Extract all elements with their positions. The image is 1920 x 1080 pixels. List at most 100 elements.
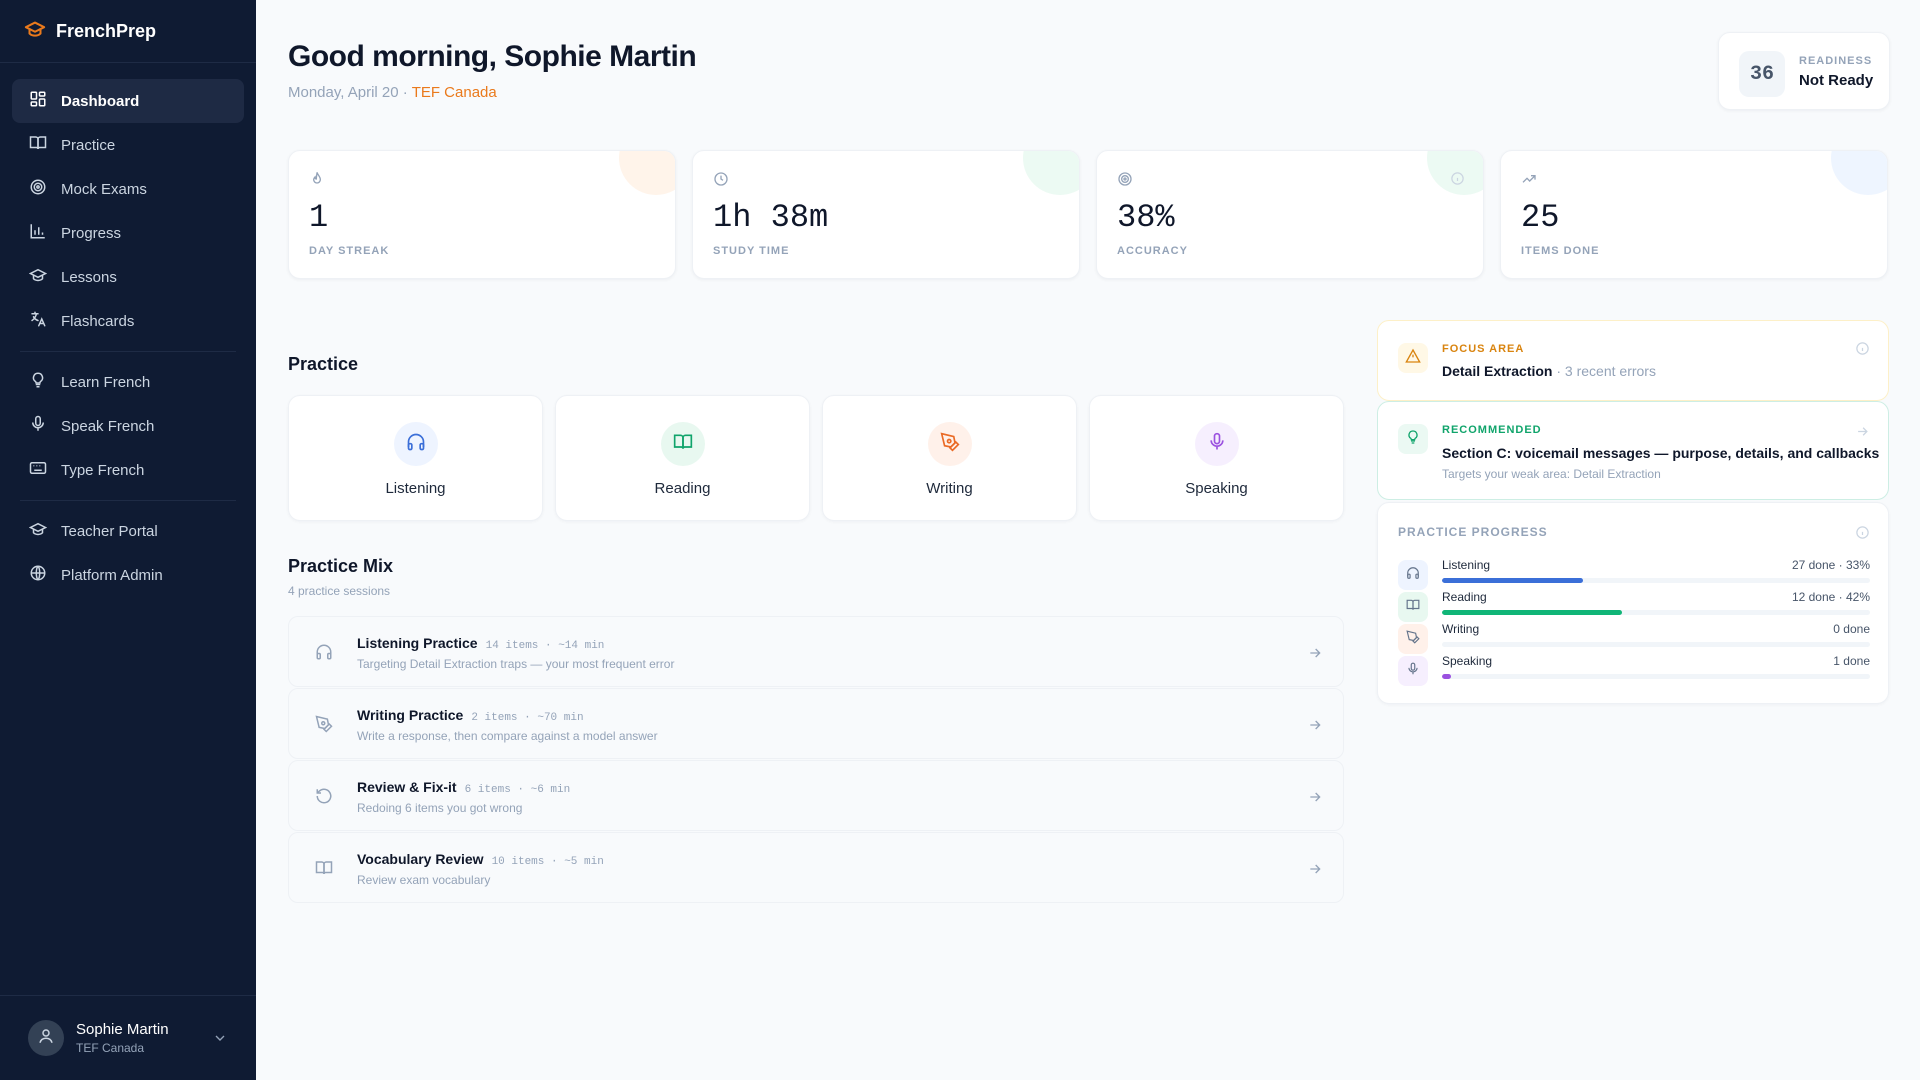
warning-icon-box [1398, 343, 1428, 373]
microphone-icon [1406, 662, 1420, 681]
bar-chart-icon [29, 222, 47, 244]
nav-divider [20, 351, 236, 352]
readiness-status: Not Ready [1799, 72, 1874, 89]
sidebar-item-type-french[interactable]: Type French [12, 448, 244, 492]
sidebar-item-teacher-portal[interactable]: Teacher Portal [12, 509, 244, 553]
progress-track [1442, 578, 1870, 583]
progress-icon-box [1398, 624, 1428, 654]
progress-stat: 12 done · 42% [1791, 590, 1870, 604]
focus-area-card[interactable]: FOCUS AREA Detail Extraction · 3 recent … [1377, 320, 1889, 401]
graduation-cap-icon [24, 18, 46, 45]
stat-label: ITEMS DONE [1521, 245, 1600, 257]
sidebar-item-label: Type French [61, 461, 145, 479]
progress-icon-box [1398, 656, 1428, 686]
practice-speaking-card[interactable]: Speaking [1089, 395, 1344, 521]
sidebar-item-flashcards[interactable]: Flashcards [12, 299, 244, 343]
user-menu[interactable]: Sophie Martin TEF Canada [0, 995, 256, 1080]
progress-icon-box [1398, 592, 1428, 622]
chevron-down-icon[interactable] [212, 1030, 228, 1051]
practice-writing-card[interactable]: Writing [822, 395, 1077, 521]
sidebar-item-progress[interactable]: Progress [12, 211, 244, 255]
session-title: Review & Fix-it [357, 779, 457, 795]
user-icon [37, 1027, 55, 1050]
lightbulb-icon [29, 371, 47, 393]
info-icon[interactable] [1855, 341, 1870, 356]
practice-mix-row[interactable]: Listening Practice 14 items · ~14 min Tar… [288, 616, 1344, 687]
recommended-card[interactable]: RECOMMENDED Section C: voicemail message… [1377, 401, 1889, 500]
brand[interactable]: FrenchPrep [0, 0, 256, 63]
practice-mix-row[interactable]: Writing Practice 2 items · ~70 min Write … [288, 688, 1344, 759]
sidebar-item-label: Flashcards [61, 312, 135, 330]
progress-fill [1442, 610, 1622, 615]
decorative-blob [1831, 151, 1887, 195]
sidebar-item-practice[interactable]: Practice [12, 123, 244, 167]
stat-value: 38% [1117, 199, 1175, 236]
book-open-icon [673, 432, 693, 457]
session-meta: 10 items · ~5 min [491, 856, 604, 868]
sidebar-item-label: Dashboard [61, 92, 140, 110]
sidebar-item-dashboard[interactable]: Dashboard [12, 79, 244, 123]
progress-icon-box [1398, 560, 1428, 590]
sidebar-item-label: Practice [61, 136, 116, 154]
main-content: Good morning, Sophie Martin Monday, Apri… [256, 0, 1920, 1080]
stat-card-accuracy: 38% ACCURACY [1096, 150, 1484, 279]
practice-progress-card: PRACTICE PROGRESS Listening 27 done · 33… [1377, 502, 1889, 704]
session-title: Listening Practice [357, 635, 478, 651]
stat-label: STUDY TIME [713, 245, 790, 257]
target-icon [1117, 171, 1133, 187]
readiness-card[interactable]: 36 READINESS Not Ready [1718, 32, 1890, 110]
arrow-right-icon [1307, 789, 1323, 805]
sidebar-item-learn-french[interactable]: Learn French [12, 360, 244, 404]
practice-reading-card[interactable]: Reading [555, 395, 810, 521]
sidebar-item-mock-exams[interactable]: Mock Exams [12, 167, 244, 211]
sidebar-item-label: Teacher Portal [61, 522, 158, 540]
graduation-cap-icon [28, 266, 48, 288]
microphone-icon [1207, 432, 1227, 457]
user-exam: TEF Canada [76, 1041, 145, 1055]
exam-link[interactable]: TEF Canada [412, 84, 497, 101]
dashboard-icon [29, 90, 47, 112]
info-icon[interactable] [1450, 171, 1465, 186]
globe-icon [29, 564, 47, 586]
progress-stat: 0 done [1833, 622, 1870, 636]
stat-card-streak: 1 DAY STREAK [288, 150, 676, 279]
practice-mix-row[interactable]: Review & Fix-it 6 items · ~6 min Redoing … [288, 760, 1344, 831]
sidebar-item-speak-french[interactable]: Speak French [12, 404, 244, 448]
sidebar-item-label: Speak French [61, 417, 155, 435]
sidebar-item-lessons[interactable]: Lessons [12, 255, 244, 299]
book-open-icon [315, 859, 333, 877]
stat-card-items-done: 25 ITEMS DONE [1500, 150, 1888, 279]
skill-icon-circle [927, 422, 972, 466]
sidebar-item-label: Learn French [61, 373, 151, 391]
rotate-icon [315, 787, 333, 805]
practice-section-title: Practice [288, 354, 359, 374]
progress-label: Speaking [1442, 654, 1493, 668]
avatar [28, 1020, 64, 1056]
skill-icon-circle [1194, 422, 1239, 466]
user-name: Sophie Martin [76, 1021, 169, 1038]
skill-name: Speaking [1185, 480, 1248, 497]
book-icon [29, 134, 47, 156]
headphones-icon [315, 643, 333, 661]
recommended-subtitle: Targets your weak area: Detail Extractio… [1442, 467, 1661, 481]
stat-label: ACCURACY [1117, 245, 1188, 257]
progress-track [1442, 610, 1870, 615]
graduation-cap-icon [28, 520, 48, 542]
practice-listening-card[interactable]: Listening [288, 395, 543, 521]
arrow-right-icon[interactable] [1855, 424, 1870, 439]
sidebar-item-platform-admin[interactable]: Platform Admin [12, 553, 244, 597]
lightbulb-icon-box [1398, 424, 1428, 454]
info-icon[interactable] [1855, 525, 1870, 540]
skill-name: Listening [385, 480, 446, 497]
focus-area-name: Detail Extraction [1442, 363, 1553, 379]
progress-stat: 27 done · 33% [1791, 558, 1870, 572]
progress-row-speaking: Speaking 1 done [1398, 654, 1870, 686]
stat-card-study-time: 1h 38m STUDY TIME [692, 150, 1080, 279]
progress-label: Reading [1442, 590, 1487, 604]
brand-name: FrenchPrep [56, 20, 157, 41]
warning-icon [1405, 348, 1421, 369]
readiness-label: READINESS [1799, 55, 1873, 67]
decorative-blob [619, 151, 675, 195]
headphones-icon [1406, 566, 1420, 585]
practice-mix-row[interactable]: Vocabulary Review 10 items · ~5 min Revie… [288, 832, 1344, 903]
